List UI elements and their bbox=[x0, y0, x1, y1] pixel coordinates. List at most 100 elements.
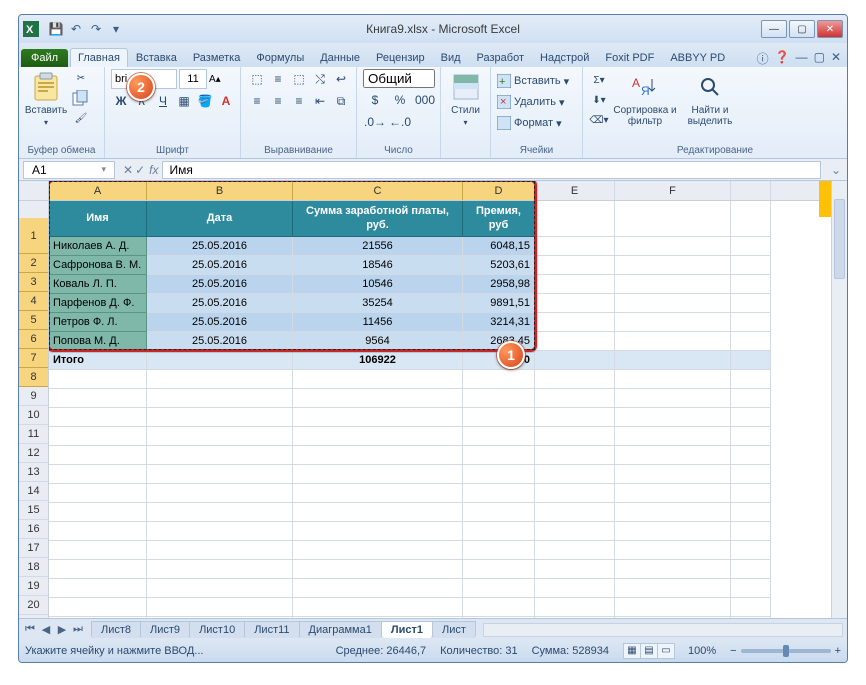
qat-save[interactable]: 💾 bbox=[47, 20, 65, 38]
cell-date[interactable]: 25.05.2016 bbox=[147, 313, 293, 332]
font-size-combo[interactable] bbox=[179, 69, 207, 89]
grow-font-icon[interactable]: A▴ bbox=[209, 74, 221, 85]
align-bottom-button[interactable]: ⬚ bbox=[289, 69, 309, 89]
tab-foxit[interactable]: Foxit PDF bbox=[597, 48, 662, 67]
col-header-c[interactable]: C bbox=[293, 181, 463, 200]
row-header[interactable]: 9 bbox=[19, 387, 48, 406]
cell-bonus[interactable]: 5203,61 bbox=[463, 256, 535, 275]
table-row[interactable]: Парфенов Д. Ф.25.05.2016352549891,51 bbox=[49, 294, 847, 313]
cell-salary[interactable]: 10546 bbox=[293, 275, 463, 294]
row-header[interactable]: 11 bbox=[19, 425, 48, 444]
table-header[interactable]: Премия, руб bbox=[463, 201, 535, 237]
row-header[interactable]: 13 bbox=[19, 463, 48, 482]
table-header[interactable]: Сумма заработной платы, руб. bbox=[293, 201, 463, 237]
cell-date[interactable]: 25.05.2016 bbox=[147, 294, 293, 313]
row-header[interactable]: 3 bbox=[19, 273, 48, 292]
cell-salary[interactable]: 9564 bbox=[293, 332, 463, 351]
row-header[interactable]: 4 bbox=[19, 292, 48, 311]
align-top-button[interactable]: ⬚ bbox=[247, 69, 267, 89]
inc-decimal-button[interactable]: .0→ bbox=[363, 112, 387, 132]
view-buttons[interactable]: ▦▤▭ bbox=[623, 643, 674, 659]
tab-view[interactable]: Вид bbox=[433, 48, 469, 67]
cell-bonus[interactable]: 9891,51 bbox=[463, 294, 535, 313]
col-header-b[interactable]: B bbox=[147, 181, 293, 200]
cell-salary[interactable]: 35254 bbox=[293, 294, 463, 313]
cell-date[interactable]: 25.05.2016 bbox=[147, 237, 293, 256]
cell-salary[interactable]: 11456 bbox=[293, 313, 463, 332]
align-middle-button[interactable]: ≡ bbox=[268, 69, 288, 89]
help-icon[interactable]: ❓ bbox=[775, 50, 790, 67]
select-all-corner[interactable] bbox=[19, 181, 49, 201]
orientation-button[interactable]: ⤭ bbox=[310, 69, 330, 89]
currency-button[interactable]: $ bbox=[363, 90, 387, 110]
copy-button[interactable] bbox=[71, 89, 91, 107]
table-row[interactable]: Коваль Л. П.25.05.2016105462958,98 bbox=[49, 275, 847, 294]
row-headers[interactable]: 1234567891011121314151617181920212223242… bbox=[19, 181, 49, 618]
cells-delete-button[interactable]: ×Удалить▾ bbox=[497, 92, 569, 112]
cell-name[interactable]: Коваль Л. П. bbox=[49, 275, 147, 294]
autosum-button[interactable]: Σ▾ bbox=[589, 71, 609, 89]
border-button[interactable]: ▦ bbox=[174, 91, 194, 111]
cell-bonus[interactable]: 2958,98 bbox=[463, 275, 535, 294]
qat-dropdown[interactable]: ▾ bbox=[107, 20, 125, 38]
styles-button[interactable]: Стили ▾ bbox=[447, 69, 484, 127]
row-header[interactable]: 20 bbox=[19, 596, 48, 615]
fx-enter-icon[interactable]: ✓ bbox=[135, 163, 145, 177]
cell-salary[interactable]: 21556 bbox=[293, 237, 463, 256]
horizontal-scrollbar[interactable] bbox=[483, 623, 843, 637]
row-header[interactable]: 7 bbox=[19, 349, 48, 368]
close-button[interactable]: ✕ bbox=[817, 20, 843, 38]
cells[interactable]: Имя Дата Сумма заработной платы, руб. Пр… bbox=[49, 201, 847, 618]
cell-date[interactable]: 25.05.2016 bbox=[147, 332, 293, 351]
doc-restore-icon[interactable]: ▢ bbox=[814, 50, 825, 67]
cell-name[interactable]: Петров Ф. Л. bbox=[49, 313, 147, 332]
number-format-combo[interactable] bbox=[363, 69, 435, 88]
row-header[interactable]: 8 bbox=[19, 368, 48, 387]
cell-name[interactable]: Попова М. Д. bbox=[49, 332, 147, 351]
cut-button[interactable]: ✂ bbox=[71, 69, 91, 87]
cell-bonus[interactable]: 6048,15 bbox=[463, 237, 535, 256]
percent-button[interactable]: % bbox=[388, 90, 412, 110]
maximize-button[interactable]: ▢ bbox=[789, 20, 815, 38]
tab-layout[interactable]: Разметка bbox=[185, 48, 249, 67]
cell-name[interactable]: Парфенов Д. Ф. bbox=[49, 294, 147, 313]
find-select-button[interactable]: Найти и выделить bbox=[681, 69, 739, 127]
table-row[interactable]: Петров Ф. Л.25.05.2016114563214,31 bbox=[49, 313, 847, 332]
clear-button[interactable]: ⌫▾ bbox=[589, 111, 609, 129]
col-header-e[interactable]: E bbox=[535, 181, 615, 200]
cell-total-label[interactable]: Итого bbox=[49, 351, 147, 370]
name-box[interactable]: A1▾ bbox=[23, 161, 115, 179]
table-row[interactable]: Сафронова В. М.25.05.2016185465203,61 bbox=[49, 256, 847, 275]
cell-total-salary[interactable]: 106922 bbox=[293, 351, 463, 370]
tab-addins[interactable]: Надстрой bbox=[532, 48, 597, 67]
sheet-tab[interactable]: Диаграмма1 bbox=[299, 621, 382, 638]
row-header[interactable]: 17 bbox=[19, 539, 48, 558]
sheet-tab[interactable]: Лист8 bbox=[91, 621, 141, 638]
minimize-button[interactable]: — bbox=[761, 20, 787, 38]
tab-nav-prev-icon[interactable]: ◀ bbox=[39, 623, 53, 636]
vertical-scrollbar[interactable] bbox=[831, 181, 847, 618]
table-header[interactable]: Дата bbox=[147, 201, 293, 237]
expand-formula-icon[interactable]: ⌄ bbox=[825, 163, 847, 177]
tab-formulas[interactable]: Формулы bbox=[248, 48, 312, 67]
ribbon-minimize-icon[interactable]: ⓘ bbox=[757, 50, 769, 67]
row-header[interactable]: 19 bbox=[19, 577, 48, 596]
tab-data[interactable]: Данные bbox=[312, 48, 368, 67]
fill-button[interactable]: ⬇▾ bbox=[589, 91, 609, 109]
tab-nav-last-icon[interactable]: ⏭ bbox=[71, 623, 85, 636]
tab-nav-first-icon[interactable]: ⏮ bbox=[23, 623, 37, 636]
align-center-button[interactable]: ≡ bbox=[268, 91, 288, 111]
sheet-tab[interactable]: Лист9 bbox=[140, 621, 190, 638]
col-header-d[interactable]: D bbox=[463, 181, 535, 200]
tab-home[interactable]: Главная bbox=[70, 48, 128, 67]
fill-color-button[interactable]: 🪣 bbox=[195, 91, 215, 111]
cell-date[interactable]: 25.05.2016 bbox=[147, 256, 293, 275]
col-header-g[interactable] bbox=[731, 181, 771, 200]
align-right-button[interactable]: ≡ bbox=[289, 91, 309, 111]
sheet-tab[interactable]: Лист1 bbox=[381, 621, 433, 638]
cell-name[interactable]: Николаев А. Д. bbox=[49, 237, 147, 256]
col-header-a[interactable]: A bbox=[49, 181, 147, 200]
wrap-text-button[interactable]: ↩ bbox=[331, 69, 351, 89]
cell-date[interactable]: 25.05.2016 bbox=[147, 275, 293, 294]
qat-redo[interactable]: ↷ bbox=[87, 20, 105, 38]
